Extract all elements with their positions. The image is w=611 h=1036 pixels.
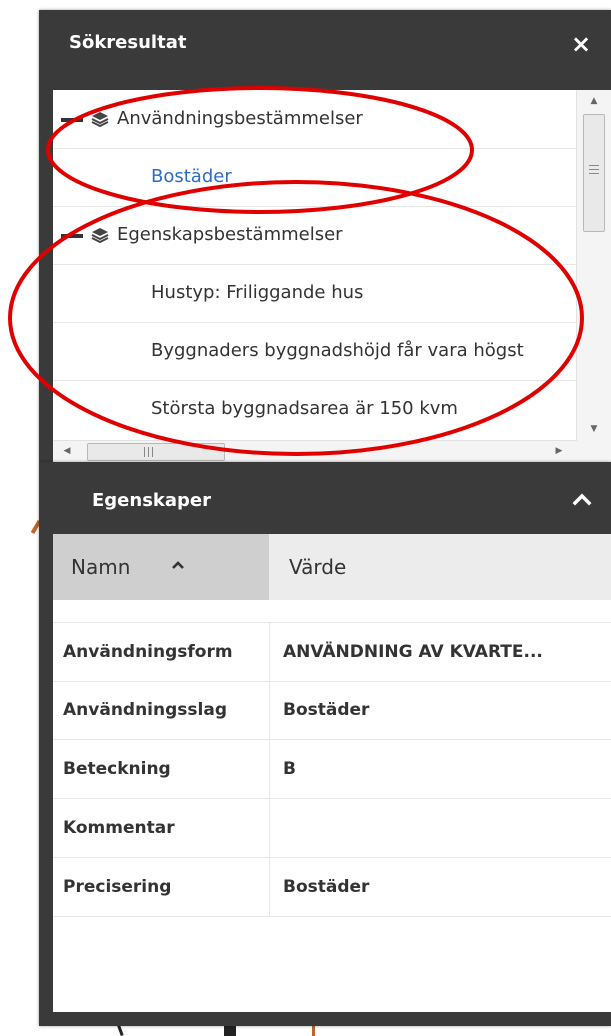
scroll-grip-icon [589,165,599,177]
scroll-down-arrow-icon[interactable]: ▼ [588,424,600,434]
property-value: Bostäder [283,700,370,720]
scroll-grip-icon [144,447,154,457]
column-header-value[interactable]: Värde [269,534,611,600]
property-name: Beteckning [63,759,171,779]
search-results-tree: Användningsbestämmelser Bostäder Egenska… [53,90,611,462]
tree-item-row[interactable]: Hustyp: Friliggande hus [53,264,577,323]
table-row: Precisering Bostäder [53,858,611,917]
column-divider [269,740,270,798]
close-icon[interactable]: × [569,32,593,56]
property-name: Precisering [63,877,172,897]
table-row: Beteckning B [53,740,611,799]
column-divider [269,799,270,857]
property-name: Kommentar [63,818,175,838]
tree-item-row[interactable]: Byggnaders byggnadshöjd får vara högst [53,322,577,381]
column-header-name[interactable]: Namn [53,534,269,600]
tree-group-label: Användningsbestämmelser [117,108,363,129]
search-results-panel: Sökresultat × Användningsbestämmelser Bo… [39,10,611,462]
search-results-title: Sökresultat [69,32,187,53]
column-divider [269,681,270,739]
scroll-left-arrow-icon[interactable]: ◀ [61,444,73,458]
scroll-right-arrow-icon[interactable]: ▶ [553,444,565,458]
column-divider [269,858,270,916]
tree-item-row[interactable]: Största byggnadsarea är 150 kvm [53,380,577,438]
properties-panel: Egenskaper Namn Värde Användningsform AN… [39,462,611,1026]
horizontal-scrollbar[interactable]: ◀ ▶ [53,440,577,462]
table-row: Kommentar [53,799,611,858]
tree-item-row[interactable]: Bostäder [53,148,577,207]
column-divider [269,623,270,681]
scroll-up-arrow-icon[interactable]: ▲ [588,96,600,106]
tree-item-label: Byggnaders byggnadshöjd får vara högst [151,340,524,361]
tree-item-link[interactable]: Bostäder [151,148,232,206]
table-row: Användningsslag Bostäder [53,681,611,740]
sort-up-icon [172,561,184,569]
search-results-header: Sökresultat × [39,10,611,90]
tree-group-row[interactable]: Användningsbestämmelser [53,90,577,149]
table-row: Användningsform ANVÄNDNING AV KVARTE... [53,622,611,682]
collapse-icon[interactable] [61,234,83,238]
column-header-value-label: Värde [289,555,347,579]
property-value: ANVÄNDNING AV KVARTE... [283,642,543,662]
properties-title: Egenskaper [92,490,212,511]
tree-item-label: Hustyp: Friliggande hus [151,282,364,303]
vertical-scroll-thumb[interactable] [583,114,605,232]
property-value: Bostäder [283,877,370,897]
properties-table: Namn Värde Användningsform ANVÄNDNING AV… [53,534,611,1012]
tree-group-label: Egenskapsbestämmelser [117,224,343,245]
property-value: B [283,759,296,779]
vertical-scrollbar[interactable]: ▲ ▼ [576,90,611,440]
property-name: Användningsslag [63,700,227,720]
scrollbar-corner [577,440,611,462]
tree-item-label: Största byggnadsarea är 150 kvm [151,398,458,419]
chevron-up-icon[interactable] [569,488,595,510]
collapse-icon[interactable] [61,118,83,122]
layers-icon [91,228,109,243]
layers-icon [91,112,109,127]
tree-group-row[interactable]: Egenskapsbestämmelser [53,206,577,265]
column-header-name-label: Namn [71,555,131,579]
property-name: Användningsform [63,642,233,662]
map-boundary-line [312,1026,315,1036]
horizontal-scroll-thumb[interactable] [87,443,225,461]
